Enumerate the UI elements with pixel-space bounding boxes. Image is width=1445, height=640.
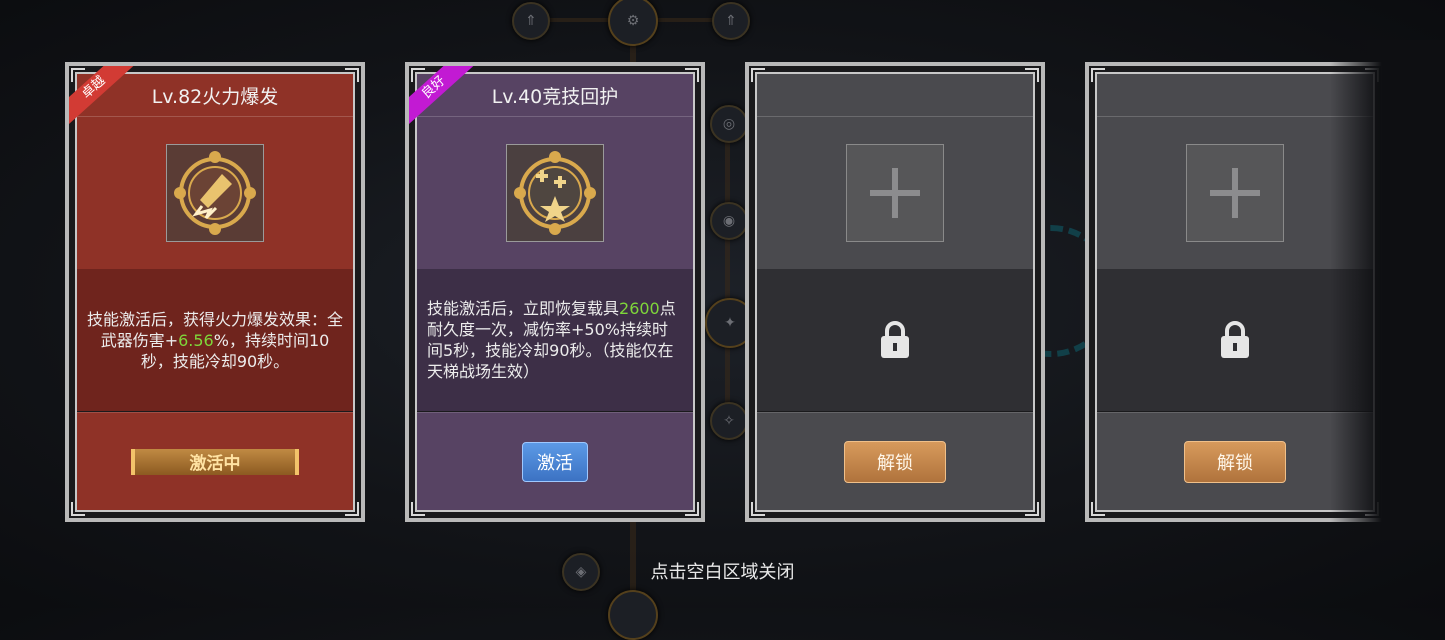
active-status-button[interactable]: 激活中 <box>131 448 299 475</box>
card-button-area: 激活中 <box>77 412 353 510</box>
unlock-button[interactable]: 解锁 <box>1184 440 1286 483</box>
card-icon-area <box>417 117 693 269</box>
plus-icon <box>1210 168 1260 218</box>
card-title: Lv.82火力爆发 <box>77 74 353 117</box>
card-button-area: 激活 <box>417 412 693 510</box>
frame-corner <box>1025 502 1039 516</box>
highlight-value: 2600 <box>619 299 660 318</box>
lock-icon <box>881 321 909 358</box>
frame-corner <box>345 68 359 82</box>
frame-corner <box>1091 502 1105 516</box>
card-button-area: 解锁 <box>757 412 1033 510</box>
tree-node: ⚙ <box>608 0 658 46</box>
scroll-fade <box>1330 40 1445 540</box>
plus-icon <box>870 168 920 218</box>
card-icon-area <box>77 117 353 269</box>
skill-card-firepower[interactable]: Lv.82火力爆发 技能激活后，获得火力爆发效果：全武器伤害+6.56%，持续时… <box>65 62 365 522</box>
tree-node: ✧ <box>710 402 748 440</box>
card-title: Lv.40竞技回护 <box>417 74 693 117</box>
highlight-value: 6.56 <box>178 330 214 350</box>
activate-button[interactable]: 激活 <box>522 441 588 482</box>
skill-icon-frame <box>506 144 604 242</box>
rocket-burst-icon <box>174 151 256 235</box>
frame-corner <box>751 502 765 516</box>
tree-line <box>725 110 730 440</box>
frame-corner <box>411 68 425 82</box>
lock-area <box>757 269 1033 411</box>
tree-node: ◉ <box>710 202 748 240</box>
frame-corner <box>751 68 765 82</box>
close-hint[interactable]: 点击空白区域关闭 <box>0 558 1445 584</box>
unlock-button[interactable]: 解锁 <box>844 440 946 483</box>
tree-node: ◎ <box>710 105 748 143</box>
skill-description: 技能激活后，获得火力爆发效果：全武器伤害+6.56%，持续时间10秒，技能冷却9… <box>77 269 353 411</box>
tree-node: ⇑ <box>512 2 550 40</box>
frame-corner <box>685 68 699 82</box>
locked-skill-slot[interactable]: 解锁 <box>745 62 1045 522</box>
frame-corner <box>1091 68 1105 82</box>
add-skill-slot[interactable] <box>846 144 944 242</box>
add-skill-slot[interactable] <box>1186 144 1284 242</box>
frame-corner <box>71 502 85 516</box>
frame-corner <box>685 502 699 516</box>
frame-corner <box>1025 68 1039 82</box>
tree-node: ⇑ <box>712 2 750 40</box>
card-icon-area <box>757 117 1033 269</box>
heal-star-icon <box>514 151 596 235</box>
frame-corner <box>345 502 359 516</box>
skill-icon-frame <box>166 144 264 242</box>
lock-icon <box>1221 321 1249 358</box>
skill-description: 技能激活后，立即恢复载具2600点耐久度一次，减伤率+50%持续时间5秒，技能冷… <box>417 269 693 411</box>
tree-node <box>608 590 658 640</box>
skill-card-arena-guard[interactable]: Lv.40竞技回护 技能激活后，立即恢复载具2600点耐久度一次，减伤率+50%… <box>405 62 705 522</box>
card-title <box>757 74 1033 117</box>
frame-corner <box>71 68 85 82</box>
frame-corner <box>411 502 425 516</box>
